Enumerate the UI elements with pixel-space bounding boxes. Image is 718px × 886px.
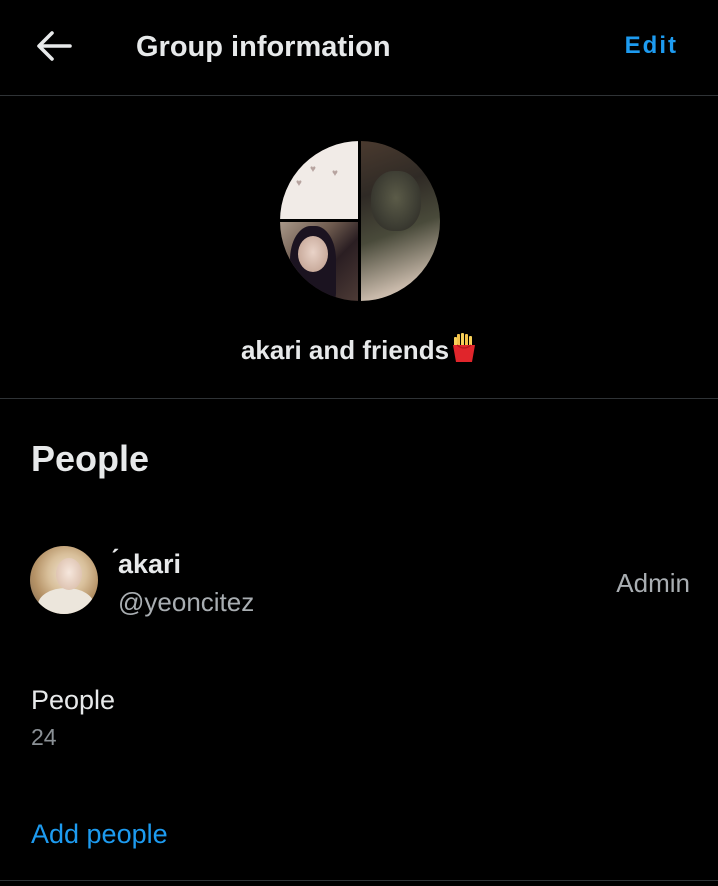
group-name: akari and friends — [0, 333, 718, 366]
member-display-name: ́akari — [118, 549, 182, 579]
edit-button[interactable]: Edit — [625, 31, 678, 61]
avatar — [30, 546, 98, 614]
back-button[interactable] — [34, 28, 74, 64]
heart-icon: ♥ — [296, 178, 302, 189]
member-handle: @yeoncitez — [118, 587, 255, 617]
group-avatar-tile-hearts: ♥ ♥ ♥ — [280, 141, 358, 219]
page-title: Group information — [136, 31, 391, 63]
group-avatar-tile-girl — [280, 222, 358, 301]
group-name-text: akari and friends — [240, 335, 450, 365]
group-avatar-tile-mask — [361, 141, 440, 301]
add-people-button[interactable]: Add people — [31, 818, 168, 850]
people-count-label: People — [31, 685, 116, 715]
member-role-badge: Admin — [616, 568, 690, 598]
group-summary: ♥ ♥ ♥ akari and friends — [0, 97, 718, 399]
group-avatar[interactable]: ♥ ♥ ♥ — [280, 141, 440, 301]
divider — [0, 880, 718, 881]
heart-icon: ♥ — [310, 164, 316, 175]
top-app-bar: Group information Edit — [0, 0, 718, 96]
member-row[interactable]: ́akari @yeoncitez Admin — [0, 530, 718, 630]
arrow-left-icon — [37, 31, 72, 61]
french-fries-icon — [453, 333, 476, 362]
people-count-value: 24 — [31, 724, 57, 750]
people-section-heading: People — [31, 438, 150, 479]
heart-icon: ♥ — [332, 168, 338, 179]
